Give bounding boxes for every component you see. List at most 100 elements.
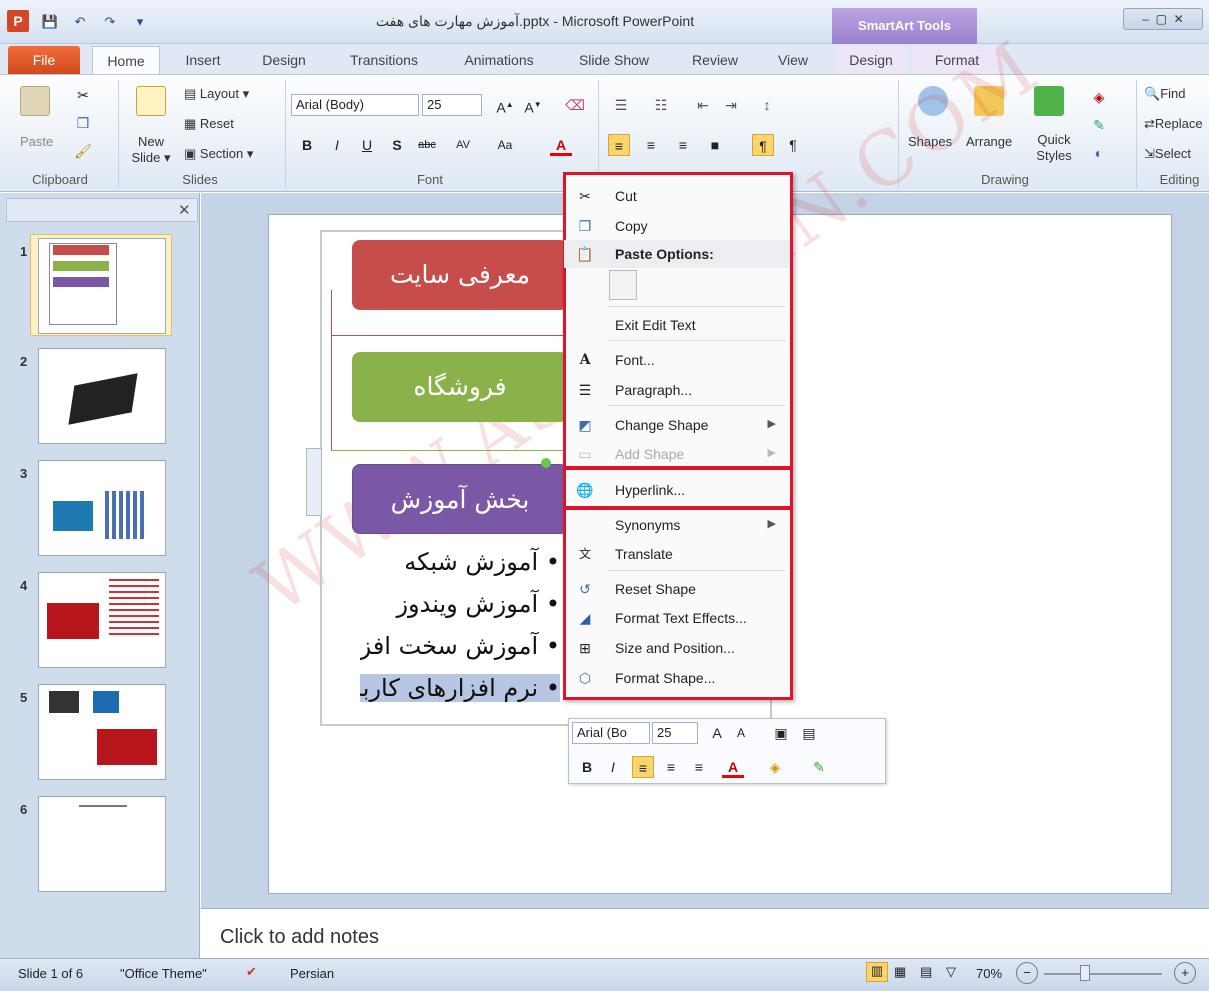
mini-font-name-box[interactable]: Arial (Bo xyxy=(572,722,650,744)
shadow-icon[interactable]: S xyxy=(386,134,408,156)
italic-icon[interactable]: I xyxy=(326,134,348,156)
close-panel-icon[interactable]: ✕ xyxy=(178,201,191,219)
mini-styles-icon[interactable]: ▤ xyxy=(798,722,820,744)
font-size-box[interactable]: 25 xyxy=(422,94,482,116)
new-slide-button[interactable]: New Slide ▾ xyxy=(128,134,174,166)
mini-format-painter-icon[interactable]: ▣ xyxy=(770,722,792,744)
customize-qat-icon[interactable]: ▾ xyxy=(130,12,150,32)
menu-item-font[interactable]: A Font... xyxy=(564,346,790,374)
tab-home[interactable]: Home xyxy=(92,46,160,74)
slide-thumbnail-3[interactable] xyxy=(38,460,166,556)
reset-button[interactable]: ▦ Reset xyxy=(184,116,234,132)
menu-item-format-text-effects[interactable]: ◢ Format Text Effects... xyxy=(564,604,790,632)
tab-slide-show[interactable]: Slide Show xyxy=(565,46,663,74)
decrease-indent-icon[interactable]: ⇤ xyxy=(692,94,714,116)
shape-outline-icon[interactable]: ✎ xyxy=(1088,114,1110,136)
menu-item-translate[interactable]: 文 Translate xyxy=(564,540,790,568)
change-case-icon[interactable]: Aa xyxy=(494,134,516,156)
increase-indent-icon[interactable]: ⇥ xyxy=(720,94,742,116)
slide-thumbnail-5[interactable] xyxy=(38,684,166,780)
smartart-shape-3[interactable]: بخش آموزش xyxy=(352,464,568,534)
replace-button[interactable]: ⇄Replace xyxy=(1144,116,1209,132)
mini-font-color-icon[interactable]: A xyxy=(722,756,744,778)
language-indicator[interactable]: Persian xyxy=(290,966,334,981)
format-painter-icon[interactable]: 🖌 xyxy=(72,140,94,162)
smartart-text-pane-toggle[interactable] xyxy=(306,448,322,516)
numbering-icon[interactable]: ☷ xyxy=(650,94,672,116)
theme-name[interactable]: "Office Theme" xyxy=(120,966,207,981)
powerpoint-app-icon[interactable]: P xyxy=(7,10,29,32)
align-left-icon[interactable]: ≡ xyxy=(672,134,694,156)
reading-view-icon[interactable]: ▤ xyxy=(920,964,932,980)
mini-center-icon[interactable]: ≡ xyxy=(660,756,682,778)
grow-font-icon[interactable]: A▲ xyxy=(494,94,516,116)
ltr-icon[interactable]: ¶ xyxy=(782,134,804,156)
mini-align-left-icon[interactable]: ≡ xyxy=(688,756,710,778)
layout-button[interactable]: ▤ Layout ▾ xyxy=(184,86,249,102)
mini-grow-font-icon[interactable]: A xyxy=(706,722,728,744)
menu-item-hyperlink[interactable]: 🌐 Hyperlink... xyxy=(564,476,790,504)
mini-align-right-icon[interactable]: ≡ xyxy=(632,756,654,778)
smartart-shape-1[interactable]: معرفی سایت xyxy=(352,240,568,310)
rotation-handle[interactable] xyxy=(541,458,551,468)
mini-shrink-font-icon[interactable]: A xyxy=(730,722,752,744)
zoom-level[interactable]: 70% xyxy=(976,966,1002,981)
cut-icon[interactable]: ✂ xyxy=(72,84,94,106)
center-icon[interactable]: ≡ xyxy=(640,134,662,156)
menu-item-cut[interactable]: ✂ Cut xyxy=(564,182,790,210)
section-button[interactable]: ▣ Section ▾ xyxy=(184,146,253,162)
zoom-slider-thumb[interactable] xyxy=(1080,965,1090,981)
clear-formatting-icon[interactable]: ⌫ xyxy=(564,94,586,116)
slide-sorter-view-icon[interactable]: ▦ xyxy=(894,964,906,980)
slide-thumbnail-4[interactable] xyxy=(38,572,166,668)
tab-insert[interactable]: Insert xyxy=(172,46,234,74)
mini-fill-color-icon[interactable]: ◈ xyxy=(764,756,786,778)
paste-button[interactable]: Paste xyxy=(20,134,53,149)
line-spacing-icon[interactable]: ↕ xyxy=(756,94,778,116)
menu-item-reset-shape[interactable]: ↺ Reset Shape xyxy=(564,575,790,603)
save-icon[interactable]: 💾 xyxy=(40,12,60,32)
tab-file[interactable]: File xyxy=(8,46,80,74)
character-spacing-icon[interactable]: AV xyxy=(452,134,474,156)
align-right-icon[interactable]: ≡ xyxy=(608,134,630,156)
copy-icon[interactable]: ❐ xyxy=(72,112,94,134)
bullet-item-4-selected[interactable]: • نرم افزارهای کاربردی xyxy=(360,674,560,702)
tab-design[interactable]: Design xyxy=(250,46,318,74)
slide-thumbnail-2[interactable] xyxy=(38,348,166,444)
menu-item-size-and-position[interactable]: ⊞ Size and Position... xyxy=(564,634,790,662)
spell-check-icon[interactable]: ✔ xyxy=(246,964,257,980)
find-button[interactable]: 🔍Find xyxy=(1144,86,1185,102)
new-slide-icon[interactable] xyxy=(136,86,166,116)
tab-transitions[interactable]: Transitions xyxy=(335,46,433,74)
tab-review[interactable]: Review xyxy=(680,46,750,74)
redo-icon[interactable]: ↷ xyxy=(100,12,120,32)
normal-view-icon[interactable]: ▥ xyxy=(866,962,888,982)
bold-icon[interactable]: B xyxy=(296,134,318,156)
bullets-icon[interactable]: ☰ xyxy=(610,94,632,116)
menu-item-exit-edit-text[interactable]: Exit Edit Text xyxy=(564,311,790,339)
tab-animations[interactable]: Animations xyxy=(450,46,548,74)
quick-styles-button[interactable]: Quick Styles xyxy=(1030,132,1078,164)
menu-item-synonyms[interactable]: Synonyms ▶ xyxy=(564,511,790,539)
bullet-item-3[interactable]: • آموزش سخت افزار xyxy=(360,632,560,660)
undo-icon[interactable]: ↶ xyxy=(70,12,90,32)
menu-item-format-shape[interactable]: ⬡ Format Shape... xyxy=(564,664,790,692)
rtl-icon[interactable]: ¶ xyxy=(752,134,774,156)
window-controls[interactable]: – ▢ ✕ xyxy=(1123,8,1203,30)
zoom-out-icon[interactable]: − xyxy=(1016,962,1038,984)
bullet-item-2[interactable]: • آموزش ویندوز xyxy=(360,590,560,618)
menu-item-copy[interactable]: ❐ Copy xyxy=(564,212,790,240)
slide-thumbnail-6[interactable] xyxy=(38,796,166,892)
menu-item-change-shape[interactable]: ◩ Change Shape ▶ xyxy=(564,411,790,439)
zoom-slider-track[interactable] xyxy=(1044,973,1162,975)
select-button[interactable]: ⇲Select xyxy=(1144,146,1209,162)
shape-fill-icon[interactable]: ◈ xyxy=(1088,86,1110,108)
paste-icon[interactable] xyxy=(20,86,50,116)
shape-effects-icon[interactable]: ◐ xyxy=(1088,142,1110,164)
mini-bold-icon[interactable]: B xyxy=(576,756,598,778)
tab-view[interactable]: View xyxy=(765,46,821,74)
shrink-font-icon[interactable]: A▼ xyxy=(522,94,544,116)
mini-font-size-box[interactable]: 25 xyxy=(652,722,698,744)
slide-show-view-icon[interactable]: ▽ xyxy=(946,964,956,980)
strikethrough-icon[interactable]: abc xyxy=(416,134,438,156)
